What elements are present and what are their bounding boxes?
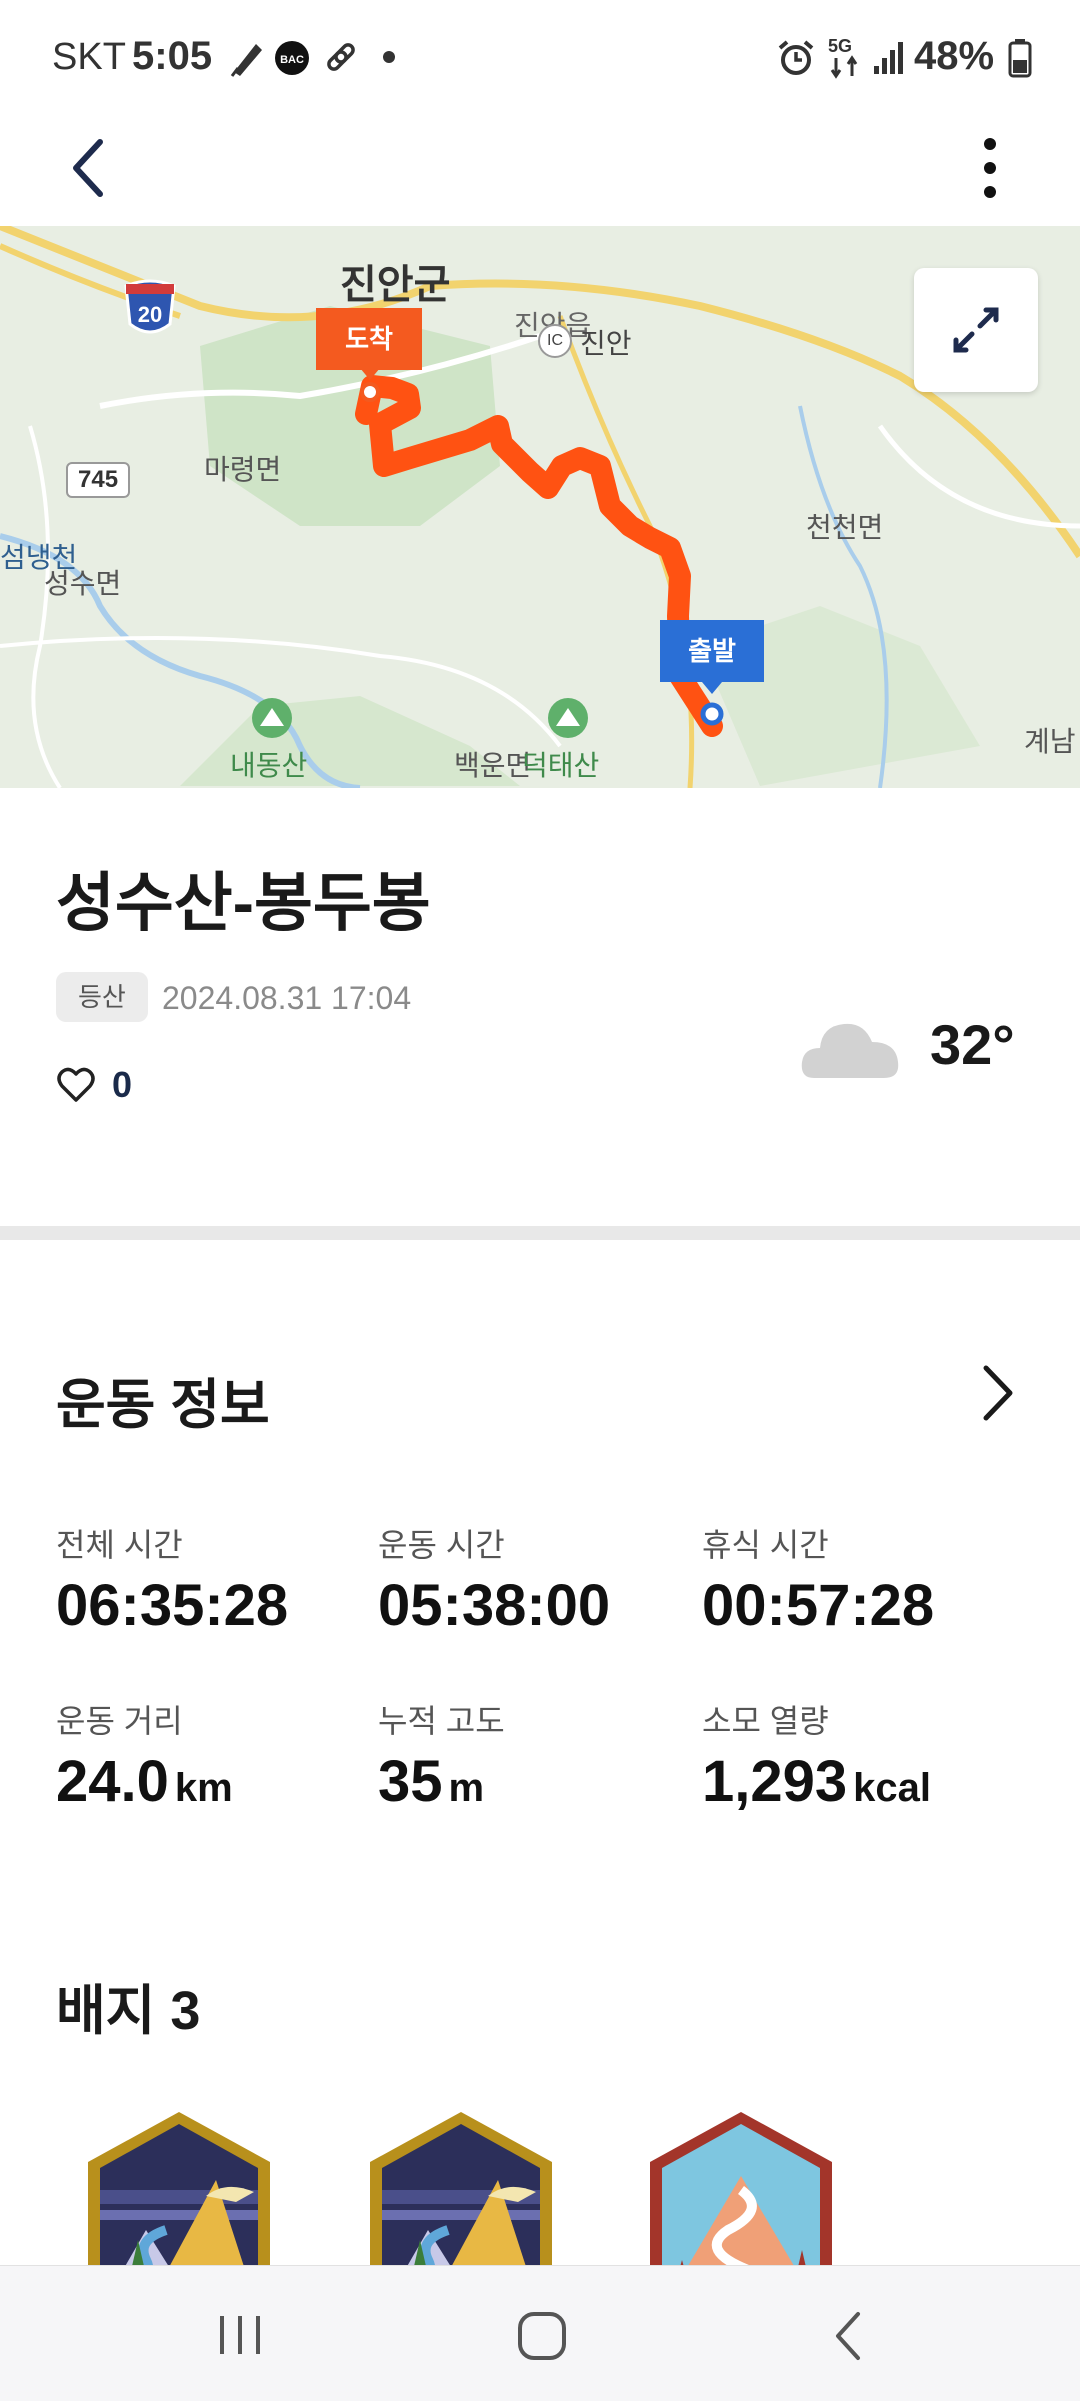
map-label-ic: 진안 xyxy=(580,328,632,359)
stat-label-calories: 소모 열량 xyxy=(702,1703,829,1739)
ic-badge: IC xyxy=(538,324,572,358)
system-nav-bar xyxy=(0,2265,1080,2401)
road-shield: 745 xyxy=(66,462,131,498)
map-label-naedongsan: 내동산 xyxy=(230,750,308,781)
dot-icon xyxy=(383,51,395,63)
expand-arrows-icon xyxy=(953,307,999,353)
stat-unit-distance: km xyxy=(174,1766,233,1810)
5g-icon: 5G xyxy=(828,36,858,79)
map-label-maryeong: 마령면 xyxy=(204,454,282,485)
stat-label-distance: 운동 거리 xyxy=(56,1703,183,1739)
activity-datetime: 2024.08.31 17:04 xyxy=(162,980,412,1016)
end-pin-marker xyxy=(360,368,380,402)
notification-pen-icon xyxy=(230,44,262,77)
alarm-icon xyxy=(778,40,814,75)
more-vertical-icon[interactable] xyxy=(964,130,1016,206)
mountain-sunset-badge[interactable] xyxy=(86,2110,272,2265)
like-button[interactable]: 0 xyxy=(56,1060,132,1110)
activity-type-tag: 등산 xyxy=(56,972,148,1022)
stat-value-elevation: 35 m xyxy=(378,1749,485,1814)
bac-icon: BAC xyxy=(275,41,309,75)
stat-value-total-time: 06:35:28 xyxy=(56,1573,289,1638)
stat-label-rest-time: 휴식 시간 xyxy=(702,1527,829,1563)
heart-outline-icon xyxy=(57,1067,95,1102)
stat-value-calories: 1,293 kcal xyxy=(702,1749,932,1814)
carrier-label: SKT xyxy=(52,36,126,78)
stat-value-moving-time: 05:38:00 xyxy=(378,1573,611,1638)
battery-percent: 48% xyxy=(914,34,995,78)
stat-unit-calories: kcal xyxy=(853,1766,932,1810)
battery-icon xyxy=(1008,39,1032,78)
link-icon xyxy=(327,43,355,71)
svg-text:BAC: BAC xyxy=(280,54,304,66)
trail-path-badge[interactable] xyxy=(648,2110,834,2265)
stat-label-moving-time: 운동 시간 xyxy=(378,1527,505,1563)
status-bar: SKT 5:05 BAC 5G 48% xyxy=(0,0,1080,110)
badges-title: 배지 3 xyxy=(56,1981,201,2041)
weather-temperature: 32° xyxy=(930,1013,1015,1076)
nav-back-icon[interactable] xyxy=(824,2308,874,2364)
activity-title: 성수산-봉두봉 xyxy=(56,867,431,939)
stat-value-distance: 24.0 km xyxy=(56,1749,233,1814)
home-icon[interactable] xyxy=(514,2308,570,2364)
end-pin: 도착 xyxy=(316,308,422,370)
exercise-info-title: 운동 정보 xyxy=(56,1375,270,1435)
mountain-sunset-badge[interactable] xyxy=(368,2110,554,2265)
map-label-cheoncheon: 천천면 xyxy=(806,512,884,543)
chevron-left-icon[interactable] xyxy=(56,130,116,206)
map-label-seongsu: 성수면 xyxy=(44,568,122,599)
highway-shield-icon: 20 xyxy=(124,279,176,334)
start-pin: 출발 xyxy=(660,620,764,682)
like-count: 0 xyxy=(112,1064,133,1105)
app-bar xyxy=(0,110,1080,226)
stat-value-rest-time: 00:57:28 xyxy=(702,1573,935,1638)
expand-map-button[interactable] xyxy=(914,268,1038,392)
map-label-deoktaesan: 덕태산 xyxy=(522,750,600,781)
stat-unit-elevation: m xyxy=(448,1766,485,1810)
signal-icon xyxy=(874,42,903,74)
map-label-gyenam: 계남 xyxy=(1024,726,1076,757)
map-label-baegun: 백운면 xyxy=(454,750,532,781)
map-label-county: 진안군 xyxy=(340,263,451,307)
highway-number: 20 xyxy=(138,302,162,327)
chevron-right-icon[interactable] xyxy=(972,1358,1022,1428)
network-label: 5G xyxy=(828,36,852,56)
clock: 5:05 xyxy=(132,34,213,78)
cloud-icon xyxy=(801,1023,899,1078)
badge-list xyxy=(0,2100,1080,2265)
section-divider xyxy=(0,1226,1080,1240)
stat-label-total-time: 전체 시간 xyxy=(56,1527,183,1563)
stat-label-elevation: 누적 고도 xyxy=(378,1703,505,1739)
start-pin-marker xyxy=(700,682,724,726)
recents-icon[interactable] xyxy=(214,2310,266,2360)
